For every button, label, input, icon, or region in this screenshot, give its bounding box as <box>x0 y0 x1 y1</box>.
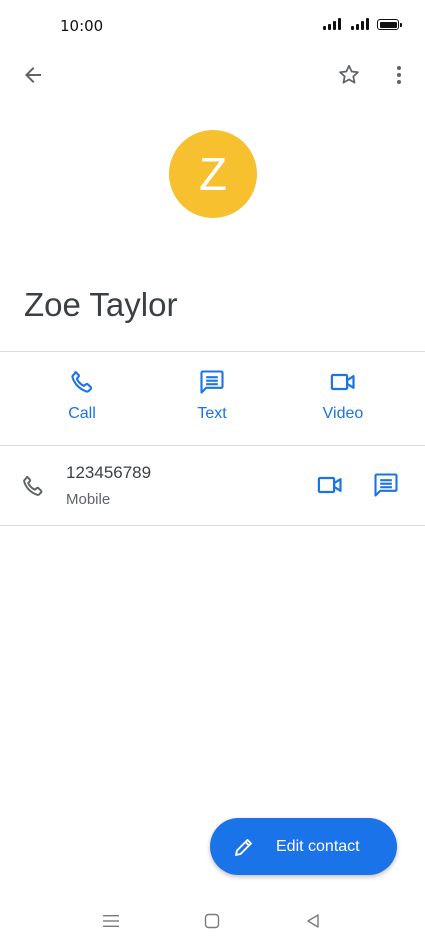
video-action-label: Video <box>322 405 364 422</box>
status-time: 10:00 <box>60 17 104 35</box>
star-outline-icon <box>339 64 359 84</box>
message-icon <box>374 473 398 497</box>
phone-entry-row[interactable]: 123456789 Mobile <box>0 446 425 525</box>
phone-number: 123456789 <box>66 463 152 482</box>
phone-type-label: Mobile <box>66 491 111 508</box>
menu-icon <box>103 915 119 927</box>
home-icon <box>204 913 220 929</box>
system-back-button[interactable] <box>298 906 328 936</box>
divider <box>0 351 425 352</box>
avatar-letter: Z <box>198 148 228 200</box>
avatar: Z <box>169 130 257 218</box>
status-bar: 10:00 <box>0 0 425 52</box>
back-icon <box>307 914 319 928</box>
favorite-button[interactable] <box>329 55 369 95</box>
contact-name: Zoe Taylor <box>24 286 178 323</box>
pencil-icon <box>235 838 252 856</box>
send-message-button[interactable] <box>366 465 406 505</box>
phone-icon <box>71 371 93 393</box>
more-vert-icon <box>397 66 401 84</box>
edit-contact-button[interactable]: Edit contact <box>210 818 397 875</box>
call-action-button[interactable]: Call <box>37 368 127 423</box>
video-icon <box>330 373 355 391</box>
more-options-button[interactable] <box>379 55 419 95</box>
video-call-button[interactable] <box>310 465 350 505</box>
arrow-left-icon <box>25 67 41 83</box>
divider <box>0 525 425 526</box>
signal-icon <box>323 18 341 30</box>
battery-icon <box>377 19 402 30</box>
status-icons <box>323 18 402 30</box>
video-icon <box>317 476 342 494</box>
edit-contact-label: Edit contact <box>276 837 360 855</box>
video-action-button[interactable]: Video <box>298 368 388 423</box>
message-icon <box>200 370 224 394</box>
call-action-label: Call <box>68 405 96 422</box>
system-nav-bar <box>0 896 425 946</box>
phone-icon <box>23 475 43 496</box>
home-button[interactable] <box>197 906 227 936</box>
text-action-label: Text <box>197 405 227 422</box>
back-button[interactable] <box>13 55 53 95</box>
menu-button[interactable] <box>96 906 126 936</box>
signal-icon <box>351 18 369 30</box>
text-action-button[interactable]: Text <box>167 368 257 423</box>
